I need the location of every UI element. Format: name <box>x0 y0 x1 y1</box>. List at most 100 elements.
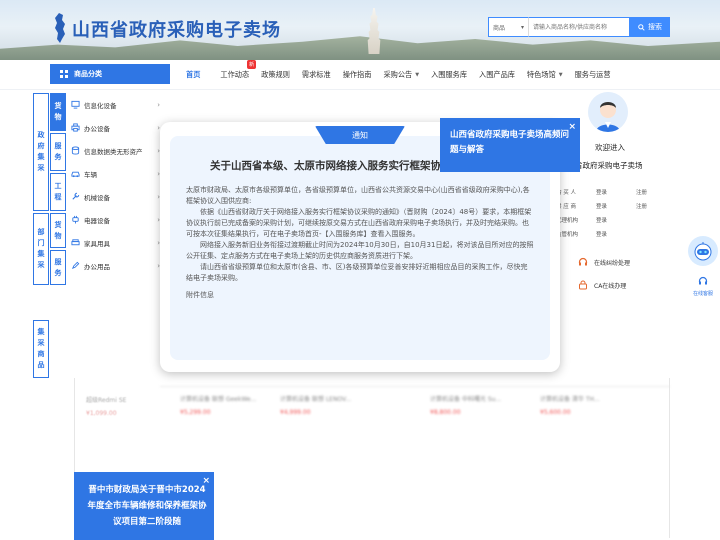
nav-announcements-label: 采购公告 <box>383 70 413 79</box>
nav-work-news[interactable]: 工作动态新 <box>214 60 257 90</box>
category-list: 信息化设备 › 办公设备 › 信息数据类无形资产 › 车辆 › 机械设备 › 电… <box>68 93 160 277</box>
nav-policy[interactable]: 政策规则 <box>255 60 296 90</box>
category-label: 信息数据类无形资产 <box>84 147 143 156</box>
chevron-down-icon: ▼ <box>415 72 420 78</box>
database-icon <box>70 146 80 156</box>
nav-home[interactable]: 首页 <box>180 60 206 90</box>
nav-items: 首页 工作动态新 政策规则 需求标准 操作指南 采购公告 ▼ 入围服务库 入围产品… <box>178 60 617 90</box>
product-card[interactable]: 计算机设备 中科曙光 Su... ¥8,800.00 <box>430 394 530 416</box>
tab-gov-engineering[interactable]: 工 程 <box>50 173 66 211</box>
service-label: CA在线办理 <box>594 282 627 290</box>
category-menu-button[interactable]: 商品分类 <box>50 64 170 84</box>
close-icon[interactable]: × <box>568 120 576 135</box>
product-card[interactable]: 计算机设备 联想 GeekWe... ¥5,299.00 <box>180 394 280 416</box>
plug-icon <box>70 215 80 225</box>
category-item[interactable]: 信息数据类无形资产 › <box>68 139 160 162</box>
notice-paragraph: 太原市财政局、太原市各级预算单位，各省级预算单位，山西省公共资源交易中心(山西省… <box>186 186 530 205</box>
robot-icon <box>694 242 712 261</box>
chat-robot-label: 在线客服 <box>692 291 713 297</box>
notice-attachment[interactable]: 附件信息 <box>186 290 534 300</box>
category-item[interactable]: 车辆 › <box>68 162 160 185</box>
category-label: 信息化设备 <box>84 101 117 110</box>
site-title[interactable]: 山西省政府采购电子卖场 <box>72 16 281 42</box>
nav-standards-label: 需求标准 <box>301 70 331 79</box>
tab-gov-goods[interactable]: 货 物 <box>50 93 66 131</box>
product-price: ¥8,800.00 <box>430 409 461 416</box>
search-type-select[interactable]: 商品 ▾ <box>488 17 528 37</box>
monitor-icon <box>70 100 80 110</box>
tab-char: 服 <box>54 257 62 266</box>
nav-announcements[interactable]: 采购公告 ▼ <box>377 60 425 90</box>
nav-service-operation[interactable]: 服务与运营 <box>569 60 617 90</box>
tab-department-procurement[interactable]: 部 门 集 采 <box>33 213 49 285</box>
nav-featured-halls[interactable]: 特色场馆 ▼ <box>521 60 569 90</box>
role-name: 代理机构 <box>556 218 579 224</box>
tab-char: 货 <box>54 220 62 229</box>
category-item[interactable]: 信息化设备 › <box>68 93 160 116</box>
pen-icon <box>70 261 80 271</box>
notice-body: 太原市财政局、太原市各级预算单位，各省级预算单位，山西省公共资源交易中心(山西省… <box>186 185 534 284</box>
role-name: 监管机构 <box>556 232 579 238</box>
search-icon <box>638 23 645 31</box>
search-input[interactable] <box>528 17 630 37</box>
service-dispute[interactable]: 在线纠纷处理 <box>578 257 630 267</box>
tab-collective-goods[interactable]: 集 采 商 品 <box>33 320 49 378</box>
wrench-icon <box>70 192 80 202</box>
search-bar: 商品 ▾ 搜索 <box>488 17 670 37</box>
tab-dept-goods[interactable]: 货 物 <box>50 213 66 248</box>
search-button[interactable]: 搜索 <box>630 17 670 37</box>
product-name: 计算机设备 清华 TH... <box>540 396 600 403</box>
service-ca[interactable]: CA在线办理 <box>578 280 626 290</box>
tab-char: 集 <box>37 328 45 336</box>
avatar <box>588 92 628 132</box>
tab-char: 品 <box>37 361 45 369</box>
register-link[interactable]: 注册 <box>636 188 666 196</box>
tab-char: 采 <box>37 164 45 172</box>
product-strip: 计算机设备 联想 GeekWe... ¥5,299.00 计算机设备 联想 LE… <box>160 378 670 538</box>
tab-char: 工 <box>54 182 62 190</box>
product-card[interactable]: 计算机设备 联想 LENOV... ¥4,999.00 <box>280 394 380 416</box>
tab-char: 采 <box>37 339 45 347</box>
nav-standards[interactable]: 需求标准 <box>296 60 337 90</box>
notice-paragraph: 依据《山西省财政厅关于网络接入服务实行框架协议采购的通知》（晋财购〔2024〕4… <box>186 208 532 238</box>
close-icon[interactable]: × <box>202 473 210 489</box>
product-name: 计算机设备 中科曙光 Su... <box>430 396 502 403</box>
tab-dept-service[interactable]: 服 务 <box>50 250 66 285</box>
chat-robot-button[interactable] <box>688 236 718 266</box>
news-popup[interactable]: × 晋中市财政局关于晋中市2024年度全市车辆维修和保养框架协议项目第二阶段随 <box>74 472 214 540</box>
login-roles: 购 买 人 登录 注册 供 应 商 登录 注册 代理机构 登录 监管机构 登录 <box>556 185 670 241</box>
category-item[interactable]: 电器设备 › <box>68 208 160 231</box>
nav-product-library[interactable]: 入围产品库 <box>473 60 521 90</box>
product-divider <box>160 386 670 387</box>
category-label: 机械设备 <box>84 193 110 202</box>
product-price: ¥4,999.00 <box>280 409 311 416</box>
login-link[interactable]: 登录 <box>596 188 636 196</box>
product-card[interactable]: 计算机设备 清华 TH... ¥5,600.00 <box>540 394 640 416</box>
tab-government-procurement[interactable]: 政 府 集 采 <box>33 93 49 211</box>
faq-popup[interactable]: × 山西省政府采购电子卖场高频问题与解答 <box>440 118 580 172</box>
service-label: 在线纠纷处理 <box>594 259 631 267</box>
category-item[interactable]: 办公设备 › <box>68 116 160 139</box>
tab-char: 政 <box>37 131 45 139</box>
tab-char: 采 <box>37 261 45 269</box>
role-row: 供 应 商 登录 注册 <box>556 199 670 213</box>
nav-guide[interactable]: 操作指南 <box>337 60 378 90</box>
category-item[interactable]: 办公用品 › <box>68 254 160 277</box>
login-link[interactable]: 登录 <box>596 230 636 238</box>
login-link[interactable]: 登录 <box>596 202 636 210</box>
category-item[interactable]: 家具用具 › <box>68 231 160 254</box>
product-price: ¥5,600.00 <box>540 409 571 416</box>
nav-service-library[interactable]: 入围服务库 <box>425 60 473 90</box>
register-link[interactable]: 注册 <box>636 202 666 210</box>
category-item[interactable]: 机械设备 › <box>68 185 160 208</box>
product-name[interactable]: 超级Redmi SE <box>86 395 126 404</box>
site-header: 山西省政府采购电子卖场 商品 ▾ 搜索 <box>0 0 720 60</box>
site-logo[interactable] <box>52 12 68 44</box>
tab-char: 服 <box>54 142 62 150</box>
login-link[interactable]: 登录 <box>596 216 636 224</box>
tab-gov-service[interactable]: 服 务 <box>50 133 66 171</box>
tab-char: 货 <box>54 102 62 110</box>
tab-char: 物 <box>54 231 62 240</box>
nav-work-news-label: 工作动态 <box>220 70 250 79</box>
category-label: 车辆 <box>84 170 97 179</box>
